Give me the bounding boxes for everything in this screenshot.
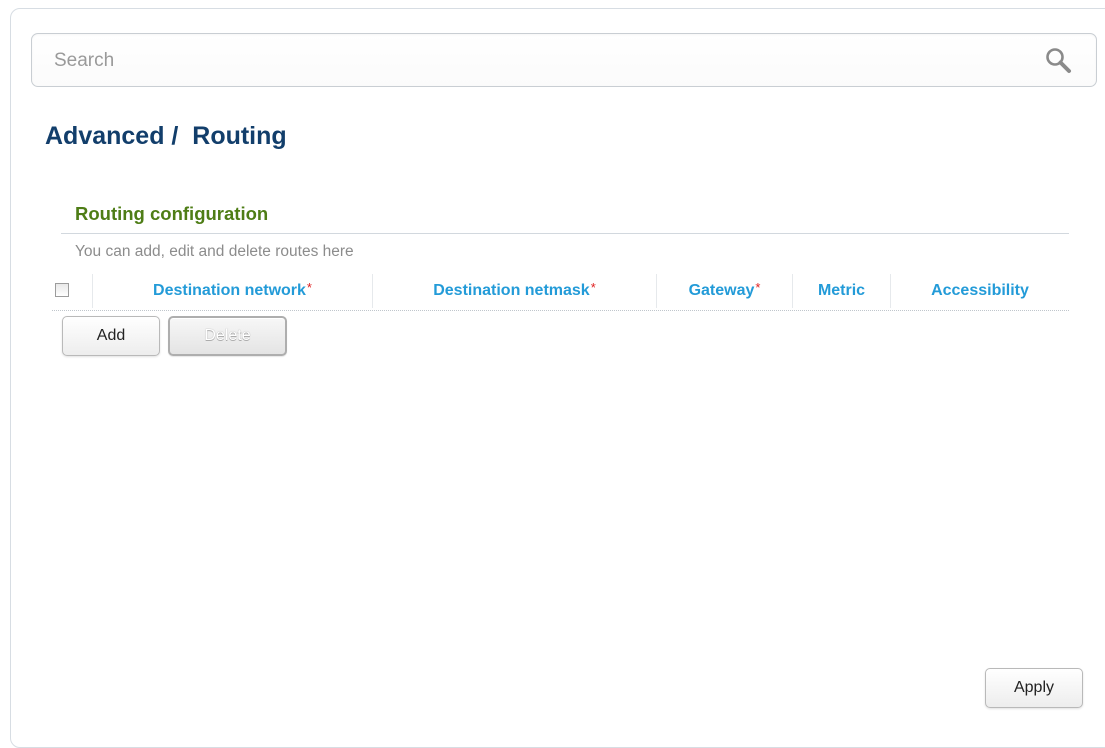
section-title: Routing configuration: [75, 203, 269, 224]
required-marker: *: [306, 279, 312, 295]
routes-table: Destination network * Destination netmask…: [52, 272, 1069, 311]
column-header-label: Accessibility: [931, 282, 1029, 299]
required-marker: *: [590, 279, 596, 295]
content-frame: [10, 8, 1105, 748]
column-header-destination-netmask[interactable]: Destination netmask *: [373, 272, 656, 310]
apply-button[interactable]: Apply: [985, 668, 1083, 708]
add-button[interactable]: Add: [62, 316, 160, 356]
required-marker: *: [755, 279, 761, 295]
section-description: You can add, edit and delete routes here: [75, 243, 354, 260]
column-header-gateway[interactable]: Gateway *: [657, 272, 792, 310]
column-header-label: Destination network: [153, 282, 306, 299]
page-title: Advanced / Routing: [45, 122, 287, 150]
search-box[interactable]: [31, 33, 1097, 87]
column-header-label: Gateway: [688, 282, 755, 299]
column-header-metric[interactable]: Metric: [793, 272, 890, 310]
search-icon[interactable]: [1044, 46, 1074, 76]
column-header-label: Destination netmask: [433, 282, 590, 299]
column-header-label: Metric: [817, 282, 866, 299]
search-input[interactable]: [54, 46, 1014, 76]
column-header-accessibility[interactable]: Accessibility: [891, 272, 1069, 310]
delete-button[interactable]: Delete: [168, 316, 287, 356]
section-divider: [61, 233, 1069, 234]
column-header-destination-network[interactable]: Destination network *: [93, 272, 372, 310]
select-all-checkbox[interactable]: [55, 283, 69, 297]
